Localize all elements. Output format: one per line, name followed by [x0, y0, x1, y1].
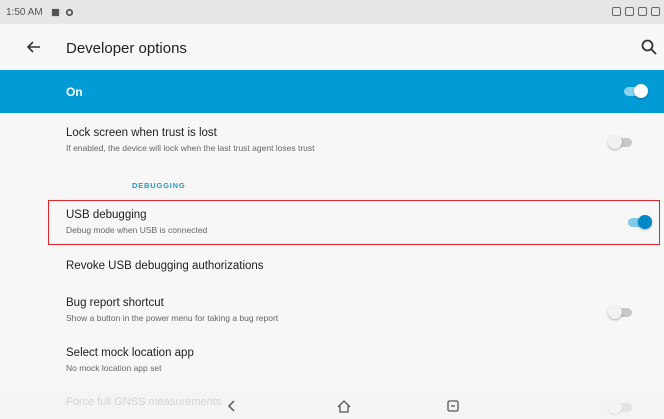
- wifi-icon: [638, 7, 647, 16]
- lock-screen-toggle[interactable]: [608, 135, 634, 149]
- back-arrow-icon[interactable]: [24, 37, 44, 57]
- setting-title: Bug report shortcut: [66, 297, 164, 309]
- nav-back-icon[interactable]: [224, 398, 240, 414]
- battery-icon: [651, 7, 660, 16]
- section-header-debugging: DEBUGGING: [132, 181, 186, 190]
- notification-icon: [51, 8, 59, 16]
- search-icon[interactable]: [640, 38, 658, 56]
- setting-bug-report[interactable]: Bug report shortcut Show a button in the…: [0, 288, 664, 338]
- settings-gear-icon: [65, 8, 73, 16]
- setting-summary: Show a button in the power menu for taki…: [66, 313, 279, 323]
- setting-revoke-usb[interactable]: Revoke USB debugging authorizations: [0, 248, 664, 288]
- setting-title: Select mock location app: [66, 347, 194, 359]
- setting-mock-location[interactable]: Select mock location app No mock locatio…: [0, 338, 664, 388]
- nav-home-icon[interactable]: [336, 398, 352, 414]
- bluetooth-icon: [625, 7, 634, 16]
- toggle-thumb: [608, 400, 622, 414]
- vibrate-icon: [612, 7, 621, 16]
- status-time: 1:50 AM: [6, 6, 43, 18]
- highlight-box: [48, 200, 660, 245]
- toggle-thumb: [608, 305, 622, 319]
- master-toggle[interactable]: [622, 84, 648, 98]
- toggle-thumb: [608, 135, 622, 149]
- page-title: Developer options: [66, 40, 187, 57]
- app-bar: Developer options: [0, 24, 664, 70]
- setting-summary: No mock location app set: [66, 363, 162, 373]
- setting-lock-screen[interactable]: Lock screen when trust is lost If enable…: [0, 113, 664, 168]
- status-icons: [612, 7, 660, 16]
- master-switch-bar[interactable]: On: [0, 70, 664, 113]
- setting-gnss-title: Force full GNSS measurements: [66, 396, 222, 408]
- bug-report-toggle[interactable]: [608, 305, 634, 319]
- navigation-bar: Force full GNSS measurements: [0, 392, 664, 419]
- setting-title: Lock screen when trust is lost: [66, 127, 217, 139]
- setting-summary: If enabled, the device will lock when th…: [66, 143, 315, 153]
- nav-recents-icon[interactable]: [445, 398, 461, 414]
- toggle-thumb: [634, 84, 648, 98]
- master-switch-label: On: [66, 85, 83, 99]
- status-bar: 1:50 AM: [0, 0, 664, 24]
- gnss-toggle[interactable]: [608, 400, 634, 414]
- setting-title: Revoke USB debugging authorizations: [66, 260, 264, 272]
